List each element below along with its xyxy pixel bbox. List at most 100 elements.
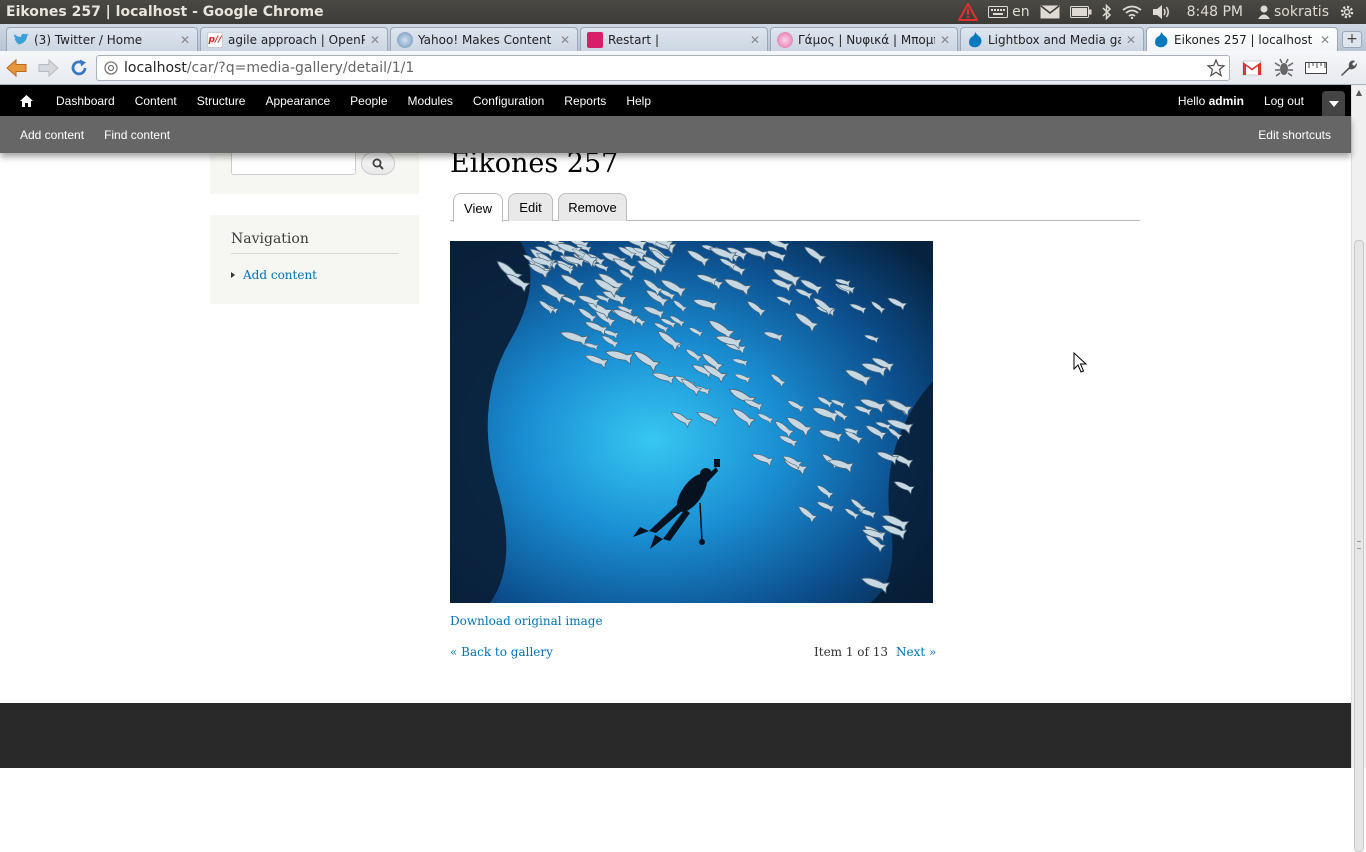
keyboard-indicator[interactable]: en	[983, 0, 1035, 24]
close-icon[interactable]: ✕	[179, 33, 191, 47]
next-link[interactable]: Next »	[896, 645, 936, 659]
chevron-down-icon	[1328, 100, 1339, 107]
browser-tab[interactable]: (3) Twitter / Home ✕	[6, 27, 198, 51]
toolbar-modules[interactable]: Modules	[398, 94, 463, 108]
reload-icon	[71, 59, 87, 75]
browser-tab[interactable]: Lightbox and Media galle ✕	[960, 27, 1144, 51]
close-icon[interactable]: ✕	[1125, 33, 1137, 47]
toolbar-reports[interactable]: Reports	[554, 94, 616, 108]
edit-shortcuts-link[interactable]: Edit shortcuts	[1258, 128, 1331, 142]
close-icon[interactable]: ✕	[559, 33, 571, 47]
browser-tab[interactable]: p// agile approach | OpenPub ✕	[200, 27, 388, 51]
keyboard-layout-label: en	[1012, 4, 1030, 20]
tab-title: agile approach | OpenPub	[228, 32, 365, 47]
toolbar-dashboard[interactable]: Dashboard	[46, 94, 125, 108]
openpublish-icon: p//	[207, 31, 223, 48]
mouse-cursor-icon	[1073, 352, 1087, 373]
scrollbar-thumb[interactable]	[1354, 240, 1364, 852]
nav-add-content[interactable]: Add content	[231, 268, 317, 282]
yahoo-icon	[397, 31, 413, 48]
flower-icon	[777, 31, 793, 48]
browser-tab-active[interactable]: Eikones 257 | localhost ✕	[1146, 27, 1338, 51]
restart-icon	[587, 31, 603, 48]
bluetooth-icon[interactable]	[1097, 0, 1117, 24]
reload-button[interactable]	[65, 54, 93, 82]
extension-ruler-icon[interactable]	[1304, 56, 1328, 80]
tab-title: Restart |	[608, 32, 659, 47]
drupal-icon	[967, 31, 983, 48]
tab-view[interactable]: View	[453, 193, 503, 222]
url-host: localhost	[124, 60, 187, 76]
drupal-admin-toolbar: Dashboard Content Structure Appearance P…	[0, 85, 1351, 116]
pager-count: Item 1 of 13	[814, 645, 889, 659]
user-menu[interactable]: sokratis	[1253, 0, 1334, 24]
wrench-icon[interactable]	[1336, 56, 1360, 80]
hello-prefix: Hello	[1177, 93, 1209, 108]
drupal-shortcuts-bar: Add content Find content Edit shortcuts	[0, 116, 1351, 153]
back-button[interactable]	[3, 54, 31, 82]
navigation-block: Navigation Add content	[210, 215, 419, 304]
battery-icon[interactable]	[1065, 0, 1097, 24]
username-link[interactable]: admin	[1209, 94, 1244, 108]
tab-title: (3) Twitter / Home	[34, 32, 143, 47]
close-icon[interactable]: ✕	[939, 33, 951, 47]
extension-bug-icon[interactable]	[1272, 56, 1296, 80]
tab-edit[interactable]: Edit	[508, 193, 553, 221]
tab-title: Yahoo! Makes Content An	[418, 32, 555, 47]
search-input[interactable]	[231, 151, 356, 175]
toolbar-help[interactable]: Help	[616, 94, 661, 108]
browser-tab[interactable]: Γάμος | Νυφικά | Μπομπον ✕	[770, 27, 958, 51]
toolbar-appearance[interactable]: Appearance	[255, 94, 340, 108]
keyboard-icon	[988, 6, 1009, 18]
page-content: Navigation Add content Eikones 257 View …	[0, 148, 1351, 768]
page-info-icon[interactable]	[102, 61, 120, 75]
shortcut-find-content[interactable]: Find content	[94, 128, 180, 142]
tab-remove[interactable]: Remove	[558, 193, 627, 221]
page-scrollbar[interactable]: ▲	[1351, 85, 1366, 852]
system-gear-icon[interactable]	[1334, 0, 1360, 24]
shortcut-add-content[interactable]: Add content	[10, 128, 94, 142]
page-footer	[0, 703, 1351, 768]
tab-title: Eikones 257 | localhost	[1174, 32, 1313, 47]
close-icon[interactable]: ✕	[369, 33, 381, 47]
bullet-triangle-icon	[231, 272, 235, 278]
browser-toolbar: localhost/car/?q=media-gallery/detail/1/…	[0, 51, 1366, 85]
gmail-icon[interactable]	[1240, 56, 1264, 80]
forward-arrow-icon	[38, 58, 59, 77]
new-tab-button[interactable]: +	[1342, 31, 1362, 48]
download-original-link[interactable]: Download original image	[450, 614, 603, 628]
volume-icon[interactable]	[1147, 0, 1177, 24]
toolbar-structure[interactable]: Structure	[187, 94, 256, 108]
gallery-image[interactable]	[450, 241, 933, 603]
back-to-gallery-link[interactable]: « Back to gallery	[450, 645, 553, 659]
toolbar-content[interactable]: Content	[125, 94, 187, 108]
search-block	[210, 151, 419, 194]
close-icon[interactable]: ✕	[1319, 33, 1331, 47]
twitter-icon	[13, 32, 29, 48]
bookmark-star-icon[interactable]	[1206, 58, 1226, 81]
browser-tab-strip: (3) Twitter / Home ✕ p// agile approach …	[0, 24, 1366, 51]
browser-tab[interactable]: Yahoo! Makes Content An ✕	[390, 27, 578, 51]
navigation-title: Navigation	[231, 231, 399, 254]
search-button[interactable]	[361, 152, 395, 175]
window-title: Eikones 257 | localhost - Google Chrome	[6, 4, 324, 20]
browser-tab[interactable]: Restart | ✕	[580, 27, 768, 51]
clock[interactable]: 8:48 PM	[1177, 0, 1253, 24]
home-icon[interactable]	[14, 94, 38, 107]
logout-link[interactable]: Log out	[1254, 94, 1314, 108]
shortcuts-toggle-button[interactable]	[1322, 91, 1345, 116]
nav-link-label[interactable]: Add content	[243, 268, 317, 282]
toolbar-people[interactable]: People	[340, 94, 397, 108]
local-tasks-tabs: View Edit Remove	[450, 193, 1140, 222]
scroll-up-icon[interactable]: ▲	[1352, 85, 1366, 100]
back-arrow-icon	[6, 58, 27, 77]
toolbar-configuration[interactable]: Configuration	[463, 94, 554, 108]
close-icon[interactable]: ✕	[749, 33, 761, 47]
underwater-diver-photo	[450, 241, 933, 603]
warning-icon[interactable]	[953, 0, 983, 24]
address-bar[interactable]: localhost/car/?q=media-gallery/detail/1/…	[96, 55, 1230, 81]
tab-title: Γάμος | Νυφικά | Μπομπον	[798, 32, 935, 47]
mail-icon[interactable]	[1035, 0, 1065, 24]
forward-button[interactable]	[34, 54, 62, 82]
wifi-icon[interactable]	[1117, 0, 1147, 24]
